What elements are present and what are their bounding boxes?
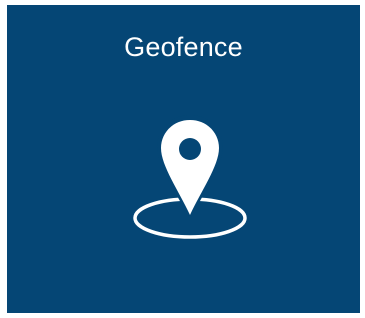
geofence-location-pin-icon	[133, 115, 247, 239]
geofence-tile[interactable]: Geofence	[7, 5, 360, 313]
tile-title: Geofence	[124, 32, 243, 62]
